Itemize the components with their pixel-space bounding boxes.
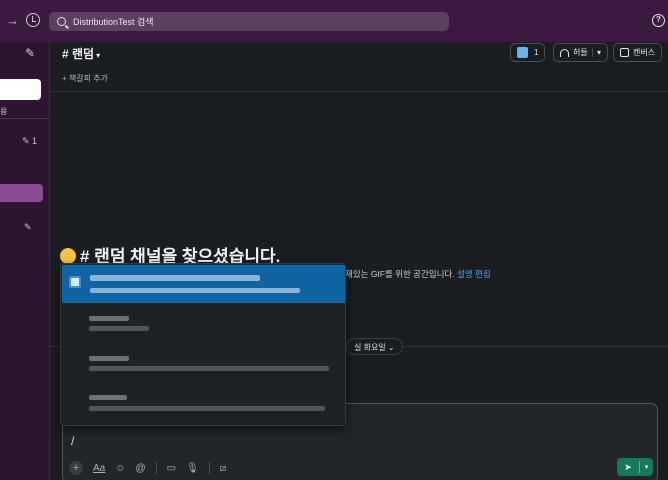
channel-title[interactable]: # 랜덤 ▾ xyxy=(62,45,100,62)
app-icon xyxy=(69,276,81,288)
command-item-selected[interactable] xyxy=(62,265,345,303)
chevron-down-icon[interactable]: ▾ xyxy=(640,463,653,471)
huddle-button[interactable]: 허들 ▾ xyxy=(553,43,608,62)
member-avatar xyxy=(517,47,528,58)
edit-description-link[interactable]: 설명 편집 xyxy=(457,269,491,279)
compose-icon[interactable]: ✎ xyxy=(25,46,35,60)
edit-icon[interactable]: ✎ xyxy=(24,222,32,233)
command-name-blurred xyxy=(89,316,129,321)
command-name-blurred xyxy=(89,395,127,400)
chevron-down-icon: ▾ xyxy=(96,51,101,60)
command-desc-blurred xyxy=(90,288,300,293)
command-name-blurred xyxy=(89,356,129,361)
send-icon[interactable]: ➤ xyxy=(617,462,639,473)
video-icon[interactable]: ▭ xyxy=(167,463,176,474)
members-button[interactable]: 1 xyxy=(510,43,546,62)
plus-icon[interactable]: + xyxy=(69,461,83,475)
channel-header: # 랜덤 ▾ + 책갈피 추가 1 허들 ▾ 캔버스 xyxy=(50,42,668,92)
sidebar: ✎ 용 ✎ 1 ✎ xyxy=(0,42,50,480)
channel-description: 재있는 GIF를 위한 공간입니다. 설명 편집 xyxy=(345,269,491,279)
canvas-button[interactable]: 캔버스 xyxy=(613,43,663,62)
command-desc-blurred xyxy=(89,366,329,371)
top-bar: → DistributionTest 검색 ? xyxy=(0,0,668,42)
slash-command-icon[interactable]: ⧄ xyxy=(220,463,226,474)
headphones-icon xyxy=(560,48,569,57)
microphone-icon[interactable]: 🎙 xyxy=(186,463,199,474)
chevron-down-icon[interactable]: ▾ xyxy=(591,48,601,57)
toolbar-separator xyxy=(208,462,210,474)
sidebar-label: 용 xyxy=(0,107,8,116)
send-button[interactable]: ➤ ▾ xyxy=(617,458,653,476)
help-icon[interactable]: ? xyxy=(652,14,665,27)
sidebar-divider xyxy=(0,118,49,119)
search-placeholder: DistributionTest 검색 xyxy=(73,17,154,27)
sidebar-item-active[interactable] xyxy=(0,184,43,202)
add-bookmark-button[interactable]: + 책갈피 추가 xyxy=(62,73,108,84)
emoji-icon xyxy=(60,248,76,264)
command-desc-blurred xyxy=(89,406,325,411)
chevron-down-icon: ⌄ xyxy=(387,343,395,352)
composer-text[interactable]: / xyxy=(71,434,74,448)
search-bar[interactable]: DistributionTest 검색 xyxy=(49,12,449,31)
mention-icon[interactable]: @ xyxy=(135,463,145,474)
search-icon xyxy=(57,17,66,26)
slash-command-popup xyxy=(60,263,346,426)
sidebar-count[interactable]: ✎ 1 xyxy=(22,136,37,147)
date-divider-button[interactable]: 실 화요일 ⌄ xyxy=(346,338,403,355)
command-name-blurred xyxy=(90,275,260,281)
command-desc-blurred xyxy=(89,326,149,331)
history-icon[interactable] xyxy=(26,13,40,27)
format-icon[interactable]: Aa xyxy=(93,463,105,474)
emoji-icon[interactable]: ☺ xyxy=(115,463,125,474)
canvas-icon xyxy=(620,48,629,57)
workspace-card[interactable] xyxy=(0,79,41,100)
composer-toolbar: + Aa ☺ @ ▭ 🎙 ⧄ xyxy=(69,459,236,477)
toolbar-separator xyxy=(155,462,157,474)
forward-arrow-icon[interactable]: → xyxy=(6,13,19,28)
